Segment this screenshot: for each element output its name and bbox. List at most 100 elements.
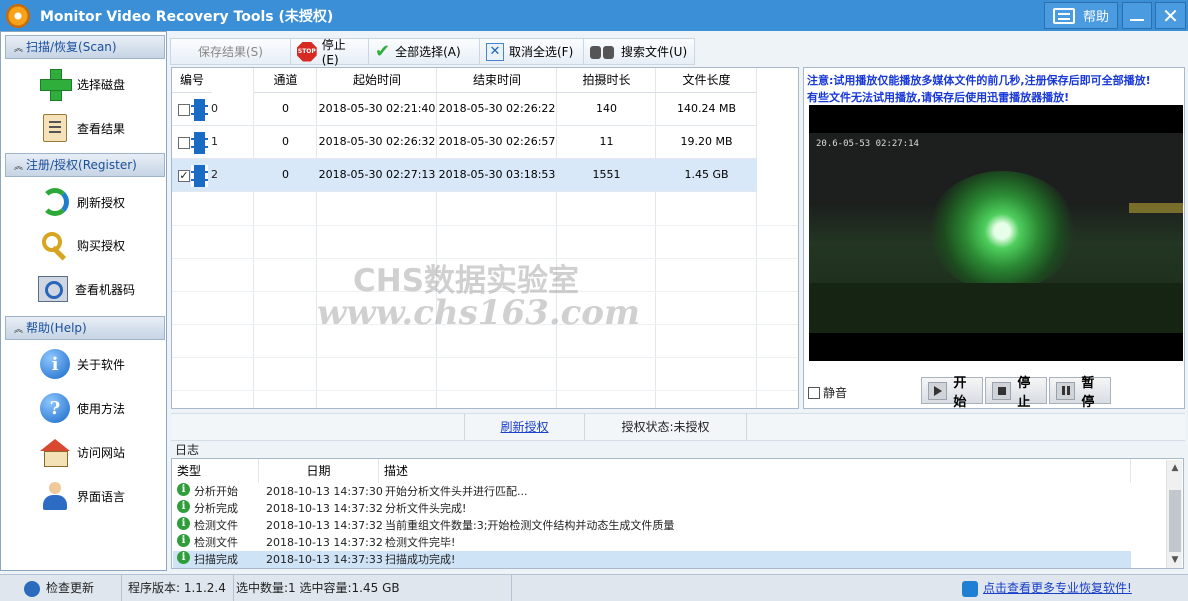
help-button-label: 帮助: [1082, 10, 1109, 25]
log-type: 分析开始: [194, 485, 238, 498]
sidebar: ︽ 扫描/恢复(Scan) 选择磁盘 查看结果 ︽ 注册/授权(Register) …: [0, 31, 167, 571]
cell-start-time: 2018-05-30 02:21:40: [318, 102, 436, 115]
save-results-label: 保存结果(S): [198, 45, 263, 59]
sidebar-item-refresh-license[interactable]: 刷新授权: [39, 184, 125, 220]
video-player[interactable]: 20.6-05-53 02:27:14: [809, 105, 1183, 361]
info-status-icon: i: [177, 500, 190, 513]
info-status-icon: i: [177, 551, 190, 564]
key-icon: [39, 229, 71, 261]
column-header-duration[interactable]: 拍摄时长: [557, 68, 656, 93]
table-row[interactable]: 1 0 2018-05-30 02:26:32 2018-05-30 02:26…: [172, 126, 757, 159]
log-scrollbar[interactable]: ▲ ▼: [1166, 460, 1182, 568]
deselect-all-button[interactable]: ✕ 取消全选(F): [479, 38, 583, 65]
cell-duration: 11: [599, 135, 614, 148]
watermark-url: www.chs163.com: [317, 293, 640, 333]
column-header-end-time[interactable]: 结束时间: [437, 68, 557, 93]
mute-label: 静音: [823, 386, 848, 400]
row-checkbox[interactable]: [178, 104, 190, 116]
sidebar-item-machine-code[interactable]: 查看机器码: [37, 271, 135, 307]
minimize-button[interactable]: [1122, 2, 1152, 29]
pause-button[interactable]: 暂停: [1049, 376, 1111, 410]
table-row-selected[interactable]: ✓ 2 0 2018-05-30 02:27:13 2018-05-30 03:…: [172, 159, 757, 192]
sidebar-section-help[interactable]: ︽ 帮助(Help): [5, 316, 165, 340]
play-label: 开始: [953, 375, 967, 410]
column-header-channel[interactable]: 通道: [254, 68, 317, 93]
log-header-description[interactable]: 描述: [384, 459, 1131, 483]
sidebar-item-view-results[interactable]: 查看结果: [39, 110, 125, 146]
log-row[interactable]: i 分析完成 2018-10-13 14:37:32 分析文件头完成!: [173, 500, 1131, 517]
minimize-icon: [1130, 18, 1144, 21]
app-logo-icon: [6, 4, 30, 28]
log-header-date[interactable]: 日期: [259, 459, 379, 483]
close-button[interactable]: ✕: [1155, 2, 1186, 29]
user-icon: [39, 480, 71, 512]
deselect-icon: ✕: [486, 42, 504, 61]
log-type: 分析完成: [194, 502, 238, 515]
play-icon: [928, 381, 948, 400]
sidebar-item-language[interactable]: 界面语言: [39, 478, 125, 514]
add-icon: [39, 68, 72, 101]
check-update-button[interactable]: 检查更新: [0, 575, 122, 601]
cell-id: 1: [211, 135, 218, 148]
sidebar-item-label: 查看机器码: [75, 282, 136, 297]
log-header-type[interactable]: 类型: [177, 459, 259, 483]
checkmark-icon: ✔: [375, 40, 391, 62]
pause-label: 暂停: [1081, 375, 1095, 410]
log-date: 2018-10-13 14:37:30: [266, 485, 383, 498]
log-row-selected[interactable]: i 扫描完成 2018-10-13 14:37:33 扫描成功完成!: [173, 551, 1131, 568]
sidebar-item-website[interactable]: 访问网站: [39, 434, 125, 470]
log-row[interactable]: i 检测文件 2018-10-13 14:37:32 检测文件完毕!: [173, 534, 1131, 551]
home-icon: [39, 436, 71, 468]
video-preview-panel: 注意:试用播放仅能播放多媒体文件的前几秒,注册保存后即可全部播放! 有些文件无法…: [803, 67, 1185, 410]
help-button[interactable]: 帮助: [1044, 2, 1118, 29]
sidebar-section-scan[interactable]: ︽ 扫描/恢复(Scan): [5, 35, 165, 59]
sidebar-item-label: 刷新授权: [77, 195, 126, 210]
sidebar-item-label: 关于软件: [77, 357, 126, 372]
log-row[interactable]: i 分析开始 2018-10-13 14:37:30 开始分析文件头并进行匹配.…: [173, 483, 1131, 500]
stop-icon: STOP: [297, 41, 317, 62]
search-files-button[interactable]: 搜索文件(U): [583, 38, 695, 65]
sidebar-item-select-disk[interactable]: 选择磁盘: [39, 66, 125, 102]
sidebar-section-register[interactable]: ︽ 注册/授权(Register): [5, 153, 165, 177]
chevron-up-icon: ︽: [14, 44, 24, 54]
video-frame: 20.6-05-53 02:27:14: [809, 133, 1183, 333]
sidebar-item-buy-license[interactable]: 购买授权: [39, 227, 125, 263]
column-header-size[interactable]: 文件长度: [656, 68, 757, 93]
row-checkbox[interactable]: [178, 137, 190, 149]
selection-summary: 选中数量:1 选中容量:1.45 GB: [236, 575, 512, 601]
sidebar-item-about[interactable]: i 关于软件: [39, 346, 125, 382]
row-checkbox[interactable]: ✓: [178, 170, 190, 182]
stop-playback-button[interactable]: 停止: [985, 376, 1047, 410]
column-header-start-time[interactable]: 起始时间: [317, 68, 437, 93]
scroll-up-icon[interactable]: ▲: [1167, 460, 1183, 476]
log-description: 当前重组文件数量:3;开始检测文件结构并动态生成文件质量: [385, 519, 675, 532]
stop-button[interactable]: STOP 停止(E): [290, 38, 368, 67]
mute-checkbox[interactable]: 静音: [808, 384, 847, 401]
grid-line: [172, 390, 798, 391]
log-row[interactable]: i 检测文件 2018-10-13 14:37:32 当前重组文件数量:3;开始…: [173, 517, 1131, 534]
select-all-button[interactable]: ✔ 全部选择(A): [368, 38, 479, 65]
section-title: 注册/授权(Register): [26, 158, 137, 172]
play-button[interactable]: 开始: [921, 376, 983, 410]
column-header-id[interactable]: 编号: [172, 68, 212, 93]
refresh-license-link[interactable]: 刷新授权: [500, 420, 548, 434]
info-status-icon: i: [177, 534, 190, 547]
chevron-up-icon: ︽: [14, 162, 24, 172]
log-date: 2018-10-13 14:37:32: [266, 519, 383, 532]
info-status-icon: i: [177, 517, 190, 530]
scroll-down-icon[interactable]: ▼: [1167, 552, 1183, 568]
sidebar-item-label: 访问网站: [77, 445, 126, 460]
video-ground: [809, 283, 1183, 333]
save-results-button[interactable]: 保存结果(S): [170, 38, 290, 65]
scroll-thumb[interactable]: [1169, 490, 1181, 552]
cell-channel: 0: [282, 168, 289, 181]
sidebar-item-usage[interactable]: ? 使用方法: [39, 390, 125, 426]
hand-pointer-icon: [962, 580, 978, 597]
more-software-link[interactable]: 点击查看更多专业恢复软件!: [962, 575, 1182, 601]
select-all-label: 全部选择(A): [395, 45, 461, 59]
scanner-icon: [37, 273, 69, 305]
log-title: 日志: [175, 443, 200, 457]
table-row[interactable]: 0 0 2018-05-30 02:21:40 2018-05-30 02:26…: [172, 93, 757, 126]
window-title: Monitor Video Recovery Tools (未授权): [40, 9, 334, 25]
video-timestamp: 20.6-05-53 02:27:14: [816, 139, 919, 149]
